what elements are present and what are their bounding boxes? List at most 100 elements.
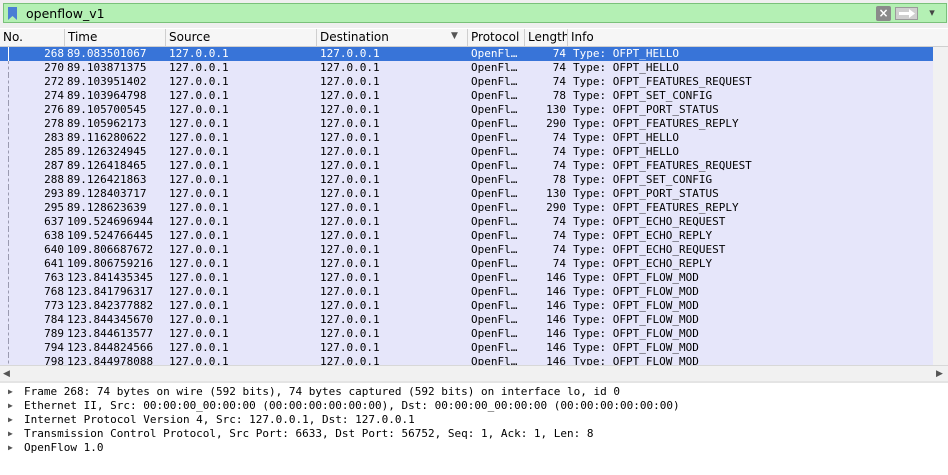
table-row[interactable]: 283 89.116280622 127.0.0.1 127.0.0.1 OpenFl…… [0,131,933,145]
table-row[interactable]: 272 89.103951402 127.0.0.1 127.0.0.1 OpenFl…… [0,75,933,89]
packet-source: 127.0.0.1 [169,131,229,144]
packet-info: Type: OFPT_ECHO_REPLY [573,257,713,270]
table-row[interactable]: 789 123.844613577 127.0.0.1 127.0.0.1 OpenFl… [0,327,933,341]
packet-length: 146 [546,299,566,312]
table-row[interactable]: 784 123.844345670 127.0.0.1 127.0.0.1 OpenFl… [0,313,933,327]
packet-info: Type: OFPT_FLOW_MOD [573,285,699,298]
table-row[interactable]: 285 89.126324945 127.0.0.1 127.0.0.1 OpenFl…… [0,145,933,159]
related-packet-indicator [8,201,10,215]
display-filter-input[interactable]: openflow_v1 × ▾ [3,3,947,23]
packet-number: 638 [44,229,64,242]
packet-info: Type: OFPT_ECHO_REQUEST [573,243,726,256]
table-row[interactable]: 293 89.128403717 127.0.0.1 127.0.0.1 OpenFl…… [0,187,933,201]
column-header-info[interactable]: Info [568,29,948,46]
related-packet-indicator [8,257,10,271]
table-row[interactable]: 768 123.841796317 127.0.0.1 127.0.0.1 OpenFl… [0,285,933,299]
packet-destination: 127.0.0.1 [320,243,380,256]
packet-length: 146 [546,313,566,326]
clear-icon[interactable]: × [876,6,891,21]
packet-info: Type: OFPT_HELLO [573,47,679,60]
packet-time: 109.806759216 [67,257,154,270]
expand-triangle-icon[interactable]: ▶ [8,385,13,399]
column-header-source[interactable]: Source [166,29,317,46]
packet-protocol: OpenFl… [471,341,518,354]
packet-length: 74 [552,47,566,60]
packet-source: 127.0.0.1 [169,341,229,354]
packet-protocol: OpenFl… [471,131,518,144]
packet-number: 285 [44,145,64,158]
packet-protocol: OpenFl… [471,229,518,242]
horizontal-scrollbar[interactable]: ◀ ▶ [0,365,948,381]
table-row[interactable]: 794 123.844824566 127.0.0.1 127.0.0.1 OpenFl… [0,341,933,355]
vertical-scrollbar[interactable] [933,47,948,366]
table-row[interactable]: 268 89.083501067 127.0.0.1 127.0.0.1 OpenFl…… [0,47,933,61]
packet-time: 123.844824566 [67,341,154,354]
table-row[interactable]: 763 123.841435345 127.0.0.1 127.0.0.1 OpenFl… [0,271,933,285]
packet-time: 89.128623639 [67,201,147,214]
chevron-down-icon[interactable]: ▾ [922,5,942,21]
table-row[interactable]: 641 109.806759216 127.0.0.1 127.0.0.1 OpenFl… [0,257,933,271]
table-row[interactable]: 274 89.103964798 127.0.0.1 127.0.0.1 OpenFl…… [0,89,933,103]
expand-triangle-icon[interactable]: ▶ [8,427,13,441]
expand-triangle-icon[interactable]: ▶ [8,413,13,427]
column-header-destination[interactable]: Destination [317,29,468,46]
column-header-no[interactable]: No. [0,29,65,46]
packet-time: 109.524696944 [67,215,154,228]
packet-number: 784 [44,313,64,326]
packet-destination: 127.0.0.1 [320,187,380,200]
column-header-time[interactable]: Time [65,29,166,46]
packet-time: 89.126324945 [67,145,147,158]
packet-length: 290 [546,201,566,214]
table-row[interactable]: 270 89.103871375 127.0.0.1 127.0.0.1 OpenFl…… [0,61,933,75]
related-packet-indicator [8,313,10,327]
expand-triangle-icon[interactable]: ▶ [8,441,13,455]
packet-time: 89.126421863 [67,173,147,186]
packet-length: 146 [546,341,566,354]
table-row[interactable]: 276 89.105700545 127.0.0.1 127.0.0.1 OpenFl…… [0,103,933,117]
packet-protocol: OpenFl… [471,243,518,256]
scroll-right-icon[interactable]: ▶ [936,369,943,379]
table-row[interactable]: 295 89.128623639 127.0.0.1 127.0.0.1 OpenFl…… [0,201,933,215]
packet-number: 293 [44,187,64,200]
packet-destination: 127.0.0.1 [320,103,380,116]
table-row[interactable]: 287 89.126418465 127.0.0.1 127.0.0.1 OpenFl…… [0,159,933,173]
table-row[interactable]: 278 89.105962173 127.0.0.1 127.0.0.1 OpenFl…… [0,117,933,131]
table-row[interactable]: 637 109.524696944 127.0.0.1 127.0.0.1 OpenFl… [0,215,933,229]
packet-protocol: OpenFl… [471,103,518,116]
detail-tree-label: OpenFlow 1.0 [24,441,104,454]
table-row[interactable]: 288 89.126421863 127.0.0.1 127.0.0.1 OpenFl…… [0,173,933,187]
bookmark-icon[interactable] [8,7,17,20]
related-packet-indicator [8,215,10,229]
packet-info: Type: OFPT_FLOW_MOD [573,327,699,340]
packet-destination: 127.0.0.1 [320,341,380,354]
packet-length: 78 [552,89,566,102]
table-row[interactable]: 638 109.524766445 127.0.0.1 127.0.0.1 OpenFl… [0,229,933,243]
related-packet-indicator [8,187,10,201]
column-header-protocol[interactable]: Protocol [468,29,525,46]
related-packet-indicator [8,159,10,173]
table-row[interactable]: 640 109.806687672 127.0.0.1 127.0.0.1 OpenFl… [0,243,933,257]
display-filter-toolbar: openflow_v1 × ▾ [0,0,948,28]
expand-triangle-icon[interactable]: ▶ [8,399,13,413]
packet-time: 89.105700545 [67,103,147,116]
packet-info: Type: OFPT_FLOW_MOD [573,299,699,312]
packet-rows: 268 89.083501067 127.0.0.1 127.0.0.1 OpenFl…… [0,47,933,366]
packet-number: 272 [44,75,64,88]
apply-arrow-icon[interactable] [895,7,918,20]
detail-tree-label: Frame 268: 74 bytes on wire (592 bits), … [24,385,621,398]
packet-length: 74 [552,229,566,242]
detail-tree-label: Transmission Control Protocol, Src Port:… [24,427,594,440]
table-row[interactable]: 773 123.842377882 127.0.0.1 127.0.0.1 OpenFl… [0,299,933,313]
packet-length: 78 [552,173,566,186]
detail-tree-label: Ethernet II, Src: 00:00:00_00:00:00 (00:… [24,399,680,412]
packet-protocol: OpenFl… [471,327,518,340]
packet-source: 127.0.0.1 [169,327,229,340]
packet-length: 74 [552,159,566,172]
packet-info: Type: OFPT_FLOW_MOD [573,313,699,326]
packet-source: 127.0.0.1 [169,257,229,270]
packet-source: 127.0.0.1 [169,159,229,172]
scroll-left-icon[interactable]: ◀ [3,369,10,379]
related-packet-indicator [8,243,10,257]
display-filter-text[interactable]: openflow_v1 [26,6,105,21]
column-header-length[interactable]: Length [525,29,568,46]
